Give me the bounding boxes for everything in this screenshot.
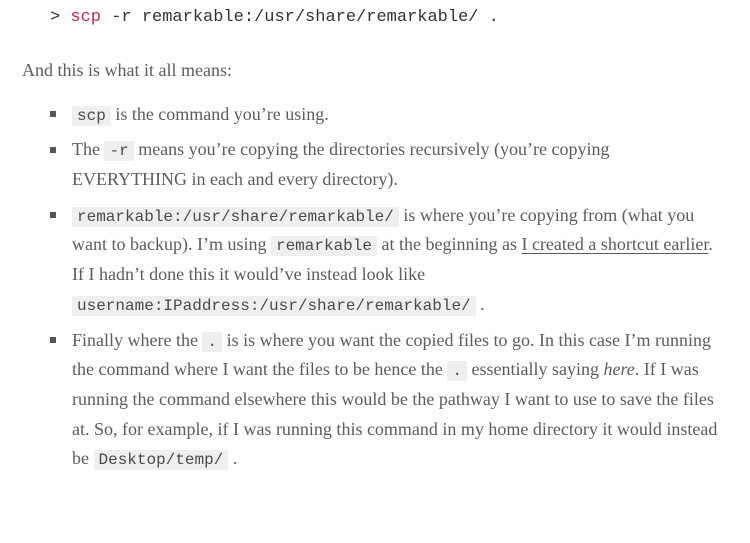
list-item-text: means you’re copying the directories rec…: [72, 139, 610, 189]
list-item: scp is the command you’re using.: [50, 100, 728, 130]
shortcut-earlier-link[interactable]: I created a shortcut earlier: [521, 234, 708, 254]
list-item-text: .: [228, 448, 237, 468]
inline-code: .: [202, 332, 222, 352]
list-item-text: essentially saying: [467, 359, 603, 379]
list-item-text: is the command you’re using.: [111, 104, 329, 124]
list-item-text: at the beginning as: [377, 234, 521, 254]
list-item-text: The: [72, 139, 104, 159]
list-item-text: Finally where the: [72, 330, 202, 350]
inline-code: -r: [104, 141, 133, 161]
inline-code: remarkable:/usr/share/remarkable/: [72, 207, 399, 227]
intro-text: And this is what it all means:: [22, 56, 728, 86]
list-item: remarkable:/usr/share/remarkable/ is whe…: [50, 201, 728, 320]
command-keyword: scp: [70, 8, 101, 27]
inline-code: scp: [72, 106, 111, 126]
list-item-text: .: [476, 294, 485, 314]
prompt-symbol: >: [50, 8, 70, 27]
inline-code: remarkable: [271, 236, 377, 256]
code-block: > scp -r remarkable:/usr/share/remarkabl…: [22, 0, 728, 46]
explanation-list: scp is the command you’re using. The -r …: [22, 100, 728, 474]
command-arguments: -r remarkable:/usr/share/remarkable/ .: [101, 8, 499, 27]
inline-code: Desktop/temp/: [94, 450, 229, 470]
list-item: Finally where the . is is where you want…: [50, 326, 728, 474]
inline-code: username:IPaddress:/usr/share/remarkable…: [72, 296, 476, 316]
list-item: The -r means you’re copying the director…: [50, 135, 728, 194]
inline-code: .: [447, 361, 467, 381]
emphasis-here: here: [603, 359, 634, 379]
